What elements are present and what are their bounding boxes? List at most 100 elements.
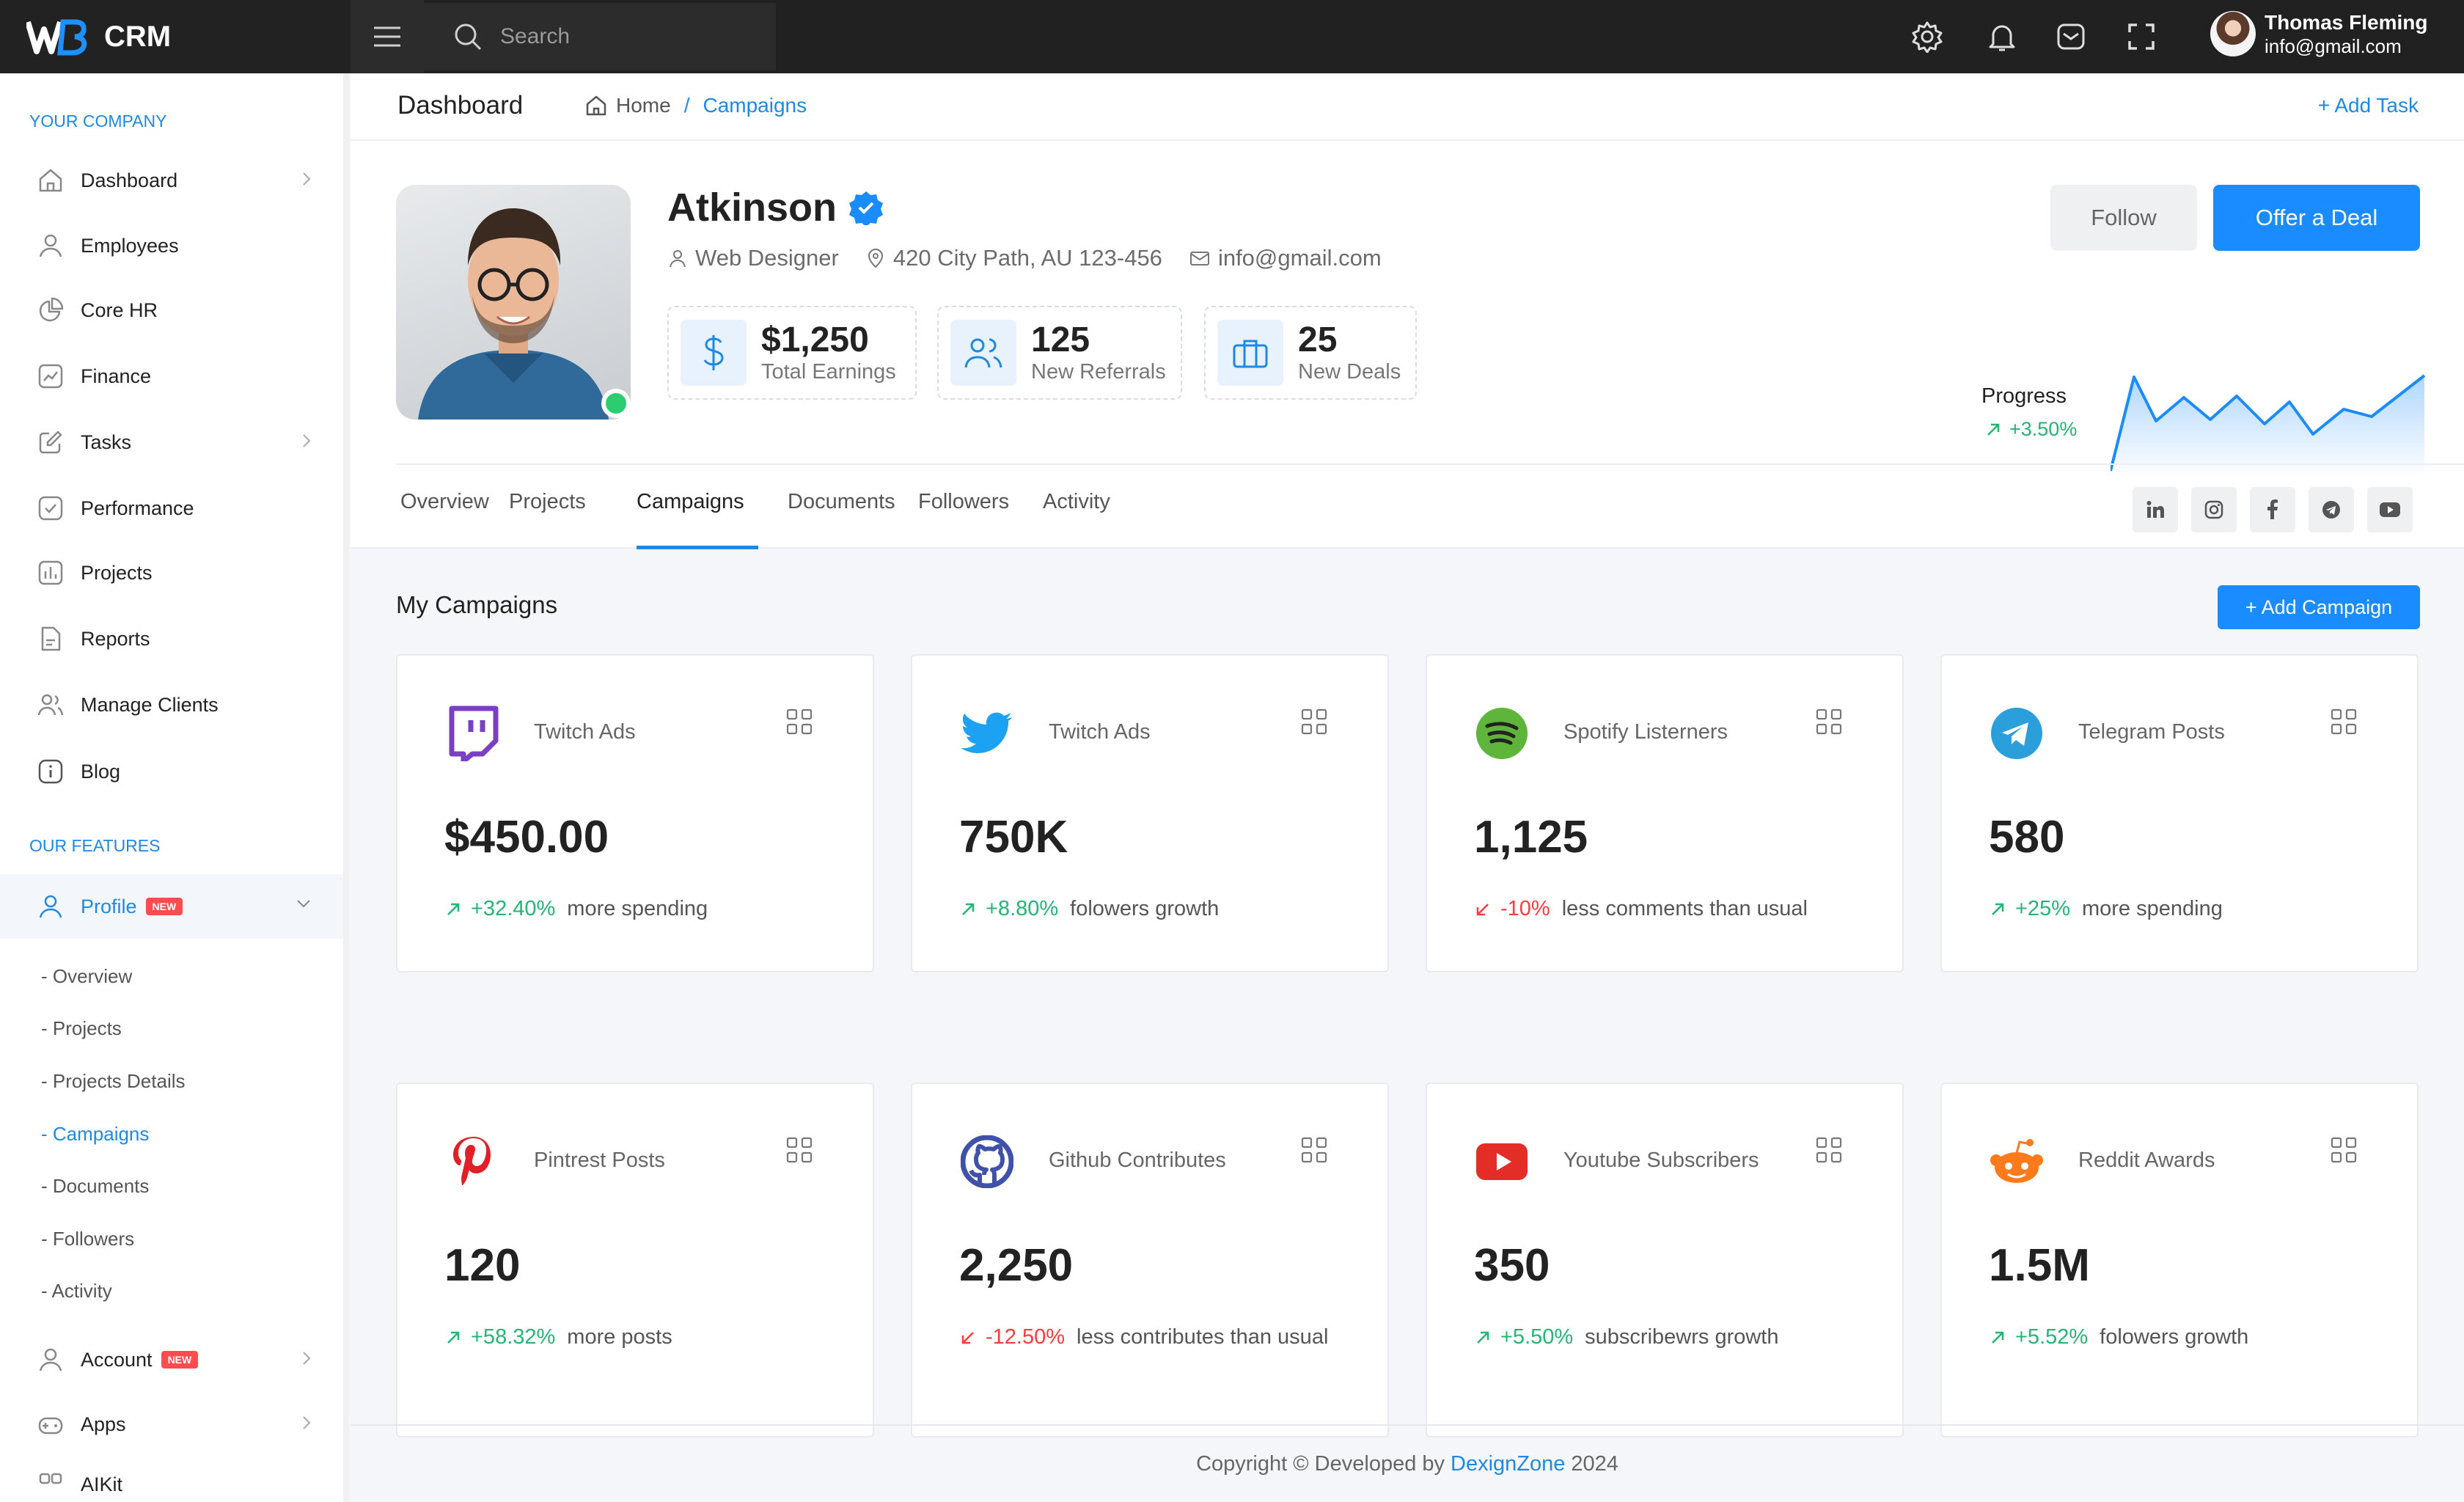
top-bar: CRM Search Thomas Fleming info@gmail.com [0, 0, 2464, 73]
sidebar-subitem-followers[interactable]: - Followers [41, 1228, 134, 1250]
tab-campaigns[interactable]: Campaigns [637, 490, 744, 514]
campaign-card-twitch: Twitch Ads $450.00 +32.40% more spending [396, 654, 874, 972]
stat-new-referrals: 125 New Referrals [937, 306, 1182, 400]
grid-icon[interactable] [1816, 708, 1842, 735]
document-icon [35, 623, 66, 654]
grid-icon[interactable] [1301, 1137, 1327, 1163]
linkedin-button[interactable] [2133, 487, 2178, 532]
sidebar-subitem-documents[interactable]: - Documents [41, 1175, 149, 1198]
search-input[interactable]: Search [424, 3, 776, 70]
campaign-name: Youtube Subscribers [1563, 1149, 1759, 1172]
logo-icon [26, 19, 87, 56]
search-icon [455, 23, 482, 51]
location-pin-icon [868, 249, 883, 268]
campaign-trend: -12.50% less contributes than usual [959, 1319, 1370, 1355]
sidebar-item-projects[interactable]: Projects [0, 543, 343, 602]
settings-button[interactable] [1910, 19, 1945, 54]
grid-icon[interactable] [786, 708, 813, 735]
sidebar-item-finance[interactable]: Finance [0, 347, 343, 406]
user-icon [35, 1344, 66, 1375]
telegram-icon [2322, 501, 2340, 519]
campaign-trend: +5.52% folowers growth [1989, 1319, 2399, 1355]
sidebar-subitem-campaigns[interactable]: - Campaigns [41, 1123, 149, 1146]
add-task-link[interactable]: + Add Task [2318, 94, 2419, 117]
stat-value: 25 [1298, 320, 1338, 359]
breadcrumb: Home / Campaigns [585, 94, 807, 117]
sidebar-item-label: Employees [81, 234, 179, 257]
sidebar-item-aikit[interactable]: AIKit [0, 1455, 343, 1502]
chevron-right-icon [303, 1352, 311, 1365]
arrow-down-left-icon [1476, 904, 1489, 916]
sidebar-item-profile[interactable]: Profile NEW [0, 874, 343, 939]
facebook-button[interactable] [2250, 487, 2295, 532]
tab-documents[interactable]: Documents [788, 490, 895, 514]
hamburger-menu-button[interactable] [351, 0, 424, 73]
sidebar-item-label: Apps [81, 1413, 126, 1435]
grid-icon[interactable] [1816, 1137, 1842, 1163]
sidebar-item-employees[interactable]: Employees [0, 216, 343, 275]
campaign-percent: +25% [2015, 897, 2070, 920]
progress-label: Progress [1981, 384, 2067, 408]
tab-activity[interactable]: Activity [1043, 490, 1110, 514]
breadcrumb-bar: Dashboard Home / Campaigns + Add Task [351, 73, 2464, 141]
campaign-card-reddit: Reddit Awards 1.5M +5.52% folowers growth [1940, 1082, 2419, 1437]
app-name: CRM [104, 20, 172, 53]
profile-photo [396, 185, 631, 420]
sidebar-subitem-activity[interactable]: - Activity [41, 1280, 112, 1303]
sidebar-item-core-hr[interactable]: Core HR [0, 281, 343, 340]
sidebar-item-label: Manage Clients [81, 693, 219, 716]
sidebar-item-dashboard[interactable]: Dashboard [0, 151, 343, 210]
campaign-percent: +5.52% [2015, 1325, 2089, 1349]
finance-chart-icon [35, 361, 66, 392]
grid-icon[interactable] [1301, 708, 1327, 735]
grid-icon[interactable] [2331, 708, 2357, 735]
users-icon [35, 689, 66, 720]
user-icon [670, 250, 686, 268]
stat-value: 125 [1031, 320, 1090, 359]
user-menu[interactable]: Thomas Fleming info@gmail.com [2210, 10, 2427, 57]
grid-icon[interactable] [2331, 1137, 2357, 1163]
add-campaign-button[interactable]: + Add Campaign [2218, 585, 2420, 629]
grid-icon[interactable] [786, 1137, 813, 1163]
breadcrumb-home-link[interactable]: Home [616, 94, 671, 117]
tab-overview[interactable]: Overview [400, 490, 489, 514]
tab-followers[interactable]: Followers [918, 490, 1009, 514]
campaign-percent: +58.32% [471, 1325, 556, 1349]
sidebar-subitem-projects-details[interactable]: - Projects Details [41, 1070, 186, 1093]
active-tab-indicator [637, 546, 758, 549]
sidebar-item-blog[interactable]: Blog [0, 742, 343, 801]
telegram-button[interactable] [2309, 487, 2354, 532]
profile-email[interactable]: info@gmail.com [1218, 245, 1382, 271]
main-content: Dashboard Home / Campaigns + Add Task At… [351, 73, 2464, 1502]
messages-button[interactable] [2053, 19, 2089, 54]
sidebar-item-performance[interactable]: Performance [0, 479, 343, 538]
sidebar-subitem-overview[interactable]: - Overview [41, 965, 132, 988]
online-status-dot [601, 389, 631, 418]
footer-copyright: Copyright © Developed by [1196, 1451, 1445, 1476]
sidebar-item-apps[interactable]: Apps [0, 1395, 343, 1454]
arrow-down-left-icon [961, 1332, 974, 1344]
progress-percent: +3.50% [2009, 418, 2078, 440]
campaign-trend-text: more spending [567, 897, 708, 920]
sidebar-subitem-projects[interactable]: - Projects [41, 1017, 122, 1040]
sidebar-item-reports[interactable]: Reports [0, 609, 343, 668]
footer-link[interactable]: DexignZone [1451, 1452, 1565, 1476]
campaign-name: Github Contributes [1049, 1149, 1226, 1172]
campaign-trend: -10% less comments than usual [1474, 890, 1885, 927]
youtube-icon [1474, 1134, 1530, 1190]
instagram-button[interactable] [2191, 487, 2237, 532]
notifications-button[interactable] [1984, 19, 2020, 54]
page-title: Dashboard [397, 91, 524, 120]
offer-deal-button[interactable]: Offer a Deal [2213, 185, 2420, 251]
sidebar-item-tasks[interactable]: Tasks [0, 413, 343, 472]
profile-meta: Web Designer 420 City Path, AU 123-456 i… [667, 245, 1408, 271]
youtube-button[interactable] [2367, 487, 2413, 532]
github-icon [959, 1134, 1015, 1190]
sidebar-item-manage-clients[interactable]: Manage Clients [0, 675, 343, 734]
follow-button[interactable]: Follow [2050, 185, 2197, 251]
sidebar-item-account[interactable]: Account NEW [0, 1330, 343, 1389]
fullscreen-button[interactable] [2124, 19, 2159, 54]
campaign-card-telegram: Telegram Posts 580 +25% more spending [1940, 654, 2419, 972]
brand[interactable]: CRM [0, 0, 351, 73]
tab-projects[interactable]: Projects [509, 490, 586, 514]
